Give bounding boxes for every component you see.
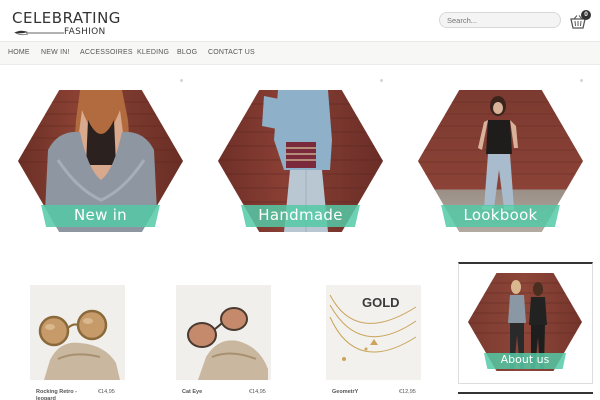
site-logo[interactable]: CELEBRATING FASHION — [12, 9, 120, 39]
about-us-label: About us — [500, 353, 550, 366]
cart-button[interactable]: 0 — [570, 10, 594, 30]
product-image — [30, 285, 125, 380]
nav-item-home[interactable]: HOME — [8, 49, 30, 56]
product-name: Cat Eye — [182, 389, 203, 395]
about-us-box[interactable]: About us — [458, 262, 593, 384]
about-us-tile[interactable]: About us — [468, 273, 582, 371]
nav-item-accessoires[interactable]: ACCESSOIRES — [80, 49, 133, 56]
feather-icon — [14, 30, 64, 36]
product-name: GeometrY — [332, 389, 359, 395]
handmade-label: Handmade — [258, 206, 343, 224]
site-header: CELEBRATING FASHION 0 — [0, 0, 600, 41]
divider-dot — [380, 79, 383, 82]
nav-item-contact-us[interactable]: CONTACT US — [208, 49, 255, 56]
product-image — [176, 285, 271, 380]
search-input[interactable] — [439, 12, 561, 28]
category-tile-handmade[interactable]: Handmade — [218, 90, 383, 232]
product-image: GOLD — [326, 285, 421, 380]
cat-eye-sunglasses-image — [176, 285, 271, 380]
about-us-divider — [458, 392, 593, 394]
nav-item-new-in[interactable]: NEW IN! — [41, 49, 70, 56]
gold-necklace-image: GOLD — [326, 285, 421, 380]
logo-subtitle: FASHION — [64, 27, 106, 37]
logo-title: CELEBRATING — [12, 9, 121, 27]
cart-count-badge: 0 — [581, 10, 591, 20]
svg-text:GOLD: GOLD — [362, 295, 400, 310]
main-nav: HOME NEW IN! ACCESSOIRES KLEDING BLOG CO… — [0, 41, 600, 65]
new-in-label: New in — [74, 206, 127, 224]
product-price: €14,95 — [98, 389, 115, 395]
divider-dot — [180, 79, 183, 82]
nav-item-kleding[interactable]: KLEDING — [137, 49, 169, 56]
lookbook-label: Lookbook — [463, 206, 538, 224]
product-name: Rocking Retro - leopard — [36, 389, 77, 400]
round-sunglasses-image — [30, 285, 125, 380]
divider-dot — [580, 79, 583, 82]
category-tile-lookbook[interactable]: Lookbook — [418, 90, 583, 232]
product-price: €14,95 — [249, 389, 266, 395]
product-price: €12,95 — [399, 389, 416, 395]
category-tile-new-in[interactable]: New in — [18, 90, 183, 232]
nav-item-blog[interactable]: BLOG — [177, 49, 197, 56]
